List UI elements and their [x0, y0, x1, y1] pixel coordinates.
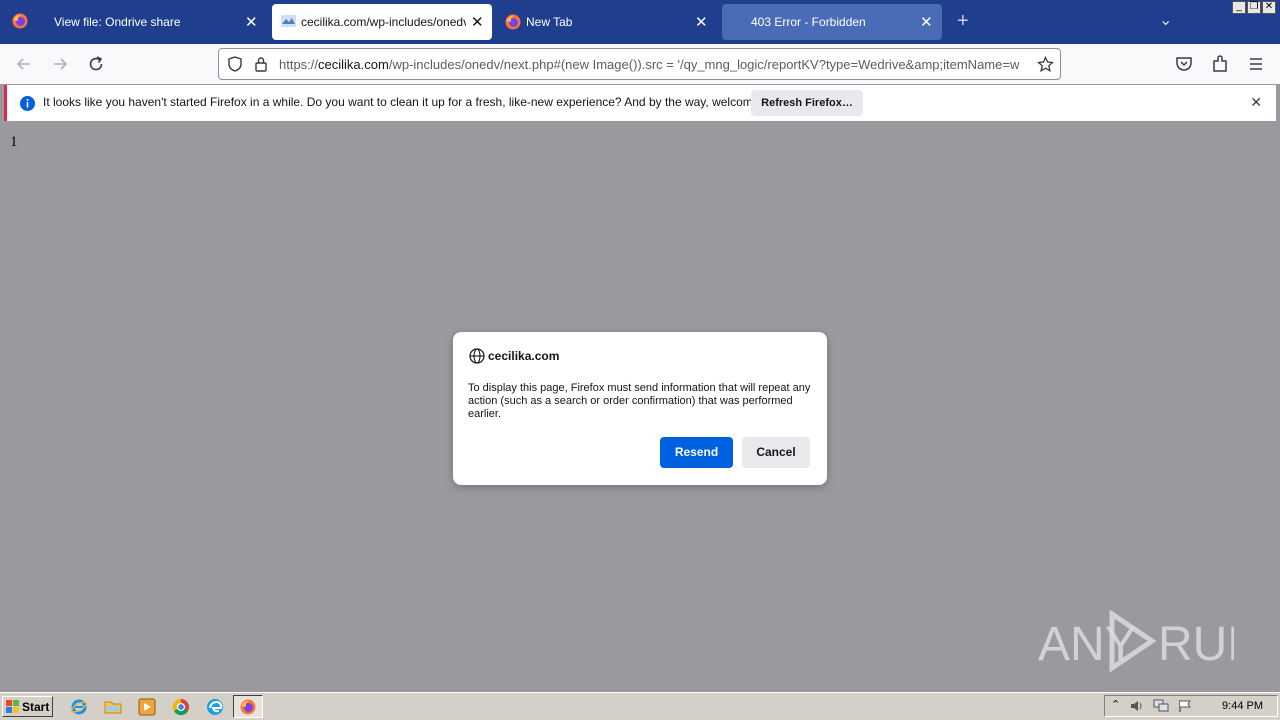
chrome-icon[interactable] [172, 698, 190, 716]
url-bar[interactable]: https://cecilika.com/wp-includes/onedv/n… [218, 48, 1061, 80]
close-window-button[interactable]: ✕ [1262, 1, 1276, 14]
windows-taskbar: Start ⌃ 9:44 PM [0, 692, 1280, 720]
url-scheme: https:// [279, 57, 319, 72]
close-icon[interactable]: ✕ [1250, 94, 1262, 111]
reload-icon[interactable] [86, 54, 106, 74]
tab-title: cecilika.com/wp-includes/onedv/ne [301, 15, 466, 29]
new-tab-button[interactable]: + [957, 10, 969, 33]
windows-logo-icon [6, 699, 19, 713]
edge-icon[interactable] [206, 698, 224, 716]
globe-icon [469, 348, 485, 364]
dialog-host: cecilika.com [488, 349, 560, 363]
resend-confirmation-dialog: cecilika.com To display this page, Firef… [453, 332, 827, 485]
notification-message: It looks like you haven't started Firefo… [43, 95, 792, 109]
tab-title: 403 Error - Forbidden [751, 15, 866, 29]
file-explorer-icon[interactable] [104, 698, 122, 716]
restore-button[interactable]: ❐ [1247, 1, 1261, 14]
network-icon[interactable] [1153, 699, 1169, 713]
taskbar-firefox-button[interactable] [233, 695, 263, 718]
internet-explorer-icon[interactable] [70, 698, 88, 716]
url-path: /wp-includes/onedv/next.php#(new Image()… [388, 57, 1020, 72]
tab-cecilika[interactable]: cecilika.com/wp-includes/onedv/ne ✕ [272, 4, 492, 40]
start-label: Start [22, 699, 50, 714]
volume-icon[interactable] [1129, 699, 1145, 713]
tab-strip: View file: Ondrive share ✕ cecilika.com/… [0, 0, 1280, 44]
refresh-firefox-notification: It looks like you haven't started Firefo… [4, 85, 1276, 121]
action-center-flag-icon[interactable] [1177, 699, 1193, 713]
anyrun-logo: ANY RUN [1038, 609, 1262, 673]
resend-button[interactable]: Resend [660, 437, 733, 468]
list-all-tabs-button[interactable]: ⌄ [1159, 10, 1172, 30]
refresh-firefox-button[interactable]: Refresh Firefox… [751, 90, 863, 116]
hamburger-menu-icon[interactable] [1246, 54, 1266, 74]
bookmark-star-icon[interactable] [1037, 56, 1054, 73]
info-icon [20, 96, 35, 111]
tab-title: New Tab [526, 15, 573, 29]
forward-arrow-icon[interactable] [50, 54, 70, 74]
firefox-menu-icon[interactable] [12, 13, 28, 29]
close-icon[interactable]: ✕ [695, 13, 708, 31]
page-text: 1 [10, 134, 18, 150]
close-icon[interactable]: ✕ [245, 13, 258, 31]
tracking-shield-icon[interactable] [227, 56, 243, 72]
close-icon[interactable]: ✕ [471, 13, 484, 31]
tab-view-file[interactable]: View file: Ondrive share ✕ [42, 0, 270, 44]
firefox-icon [240, 699, 256, 715]
navigation-toolbar: https://cecilika.com/wp-includes/onedv/n… [0, 44, 1280, 84]
firefox-icon [505, 14, 521, 30]
site-favicon-icon [281, 15, 296, 27]
clock[interactable]: 9:44 PM [1222, 700, 1263, 712]
pocket-icon[interactable] [1174, 54, 1194, 74]
tab-403-error[interactable]: 403 Error - Forbidden ✕ [722, 4, 942, 40]
url-text[interactable]: https://cecilika.com/wp-includes/onedv/n… [279, 57, 1031, 72]
show-hidden-icons-icon[interactable]: ⌃ [1111, 698, 1120, 711]
dialog-message: To display this page, Firefox must send … [468, 382, 811, 420]
system-tray: ⌃ 9:44 PM [1104, 695, 1278, 717]
tab-title: View file: Ondrive share [54, 15, 181, 29]
cancel-button[interactable]: Cancel [742, 437, 810, 468]
close-icon[interactable]: ✕ [920, 13, 933, 31]
media-player-icon[interactable] [138, 698, 156, 716]
anyrun-watermark: ANY RUN [1038, 609, 1262, 673]
minimize-button[interactable]: _ [1232, 1, 1246, 14]
tab-new-tab[interactable]: New Tab ✕ [496, 0, 718, 44]
start-button[interactable]: Start [2, 696, 53, 717]
svg-text:RUN: RUN [1158, 618, 1234, 671]
url-host: cecilika.com [318, 57, 389, 72]
lock-icon[interactable] [254, 56, 268, 72]
back-arrow-icon[interactable] [14, 54, 34, 74]
extensions-icon[interactable] [1210, 54, 1230, 74]
window-controls: _ ❐ ✕ [1232, 1, 1276, 14]
